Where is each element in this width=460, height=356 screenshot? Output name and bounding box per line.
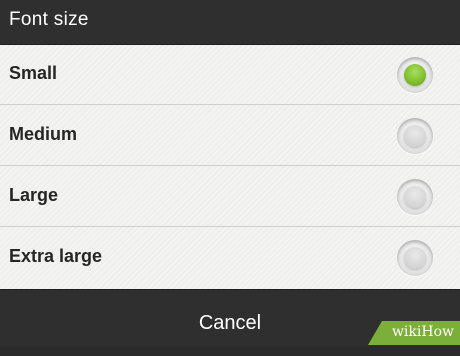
wikihow-watermark: wikiHow	[368, 321, 460, 345]
option-extra-large[interactable]: Extra large	[0, 228, 460, 288]
option-large[interactable]: Large	[0, 167, 460, 227]
radio-checked-icon[interactable]	[397, 57, 433, 93]
radio-dot	[404, 186, 426, 208]
dialog-title: Font size	[9, 9, 89, 30]
font-size-options-list: Small Medium Large Extra large	[0, 45, 460, 289]
radio-unchecked-icon[interactable]	[397, 118, 433, 154]
radio-unchecked-icon[interactable]	[397, 179, 433, 215]
option-label: Extra large	[9, 246, 103, 266]
font-size-dialog: Font size Small Medium Large Extra large…	[0, 0, 460, 346]
radio-dot	[404, 64, 426, 86]
dialog-title-bar: Font size	[0, 0, 460, 45]
radio-dot	[404, 125, 426, 147]
option-label: Medium	[9, 124, 78, 144]
watermark-text: wikiHow	[391, 324, 454, 340]
option-label: Large	[9, 185, 59, 205]
option-label: Small	[9, 63, 58, 83]
option-small[interactable]: Small	[0, 45, 460, 105]
option-medium[interactable]: Medium	[0, 106, 460, 166]
radio-dot	[404, 247, 426, 269]
radio-unchecked-icon[interactable]	[397, 240, 433, 276]
